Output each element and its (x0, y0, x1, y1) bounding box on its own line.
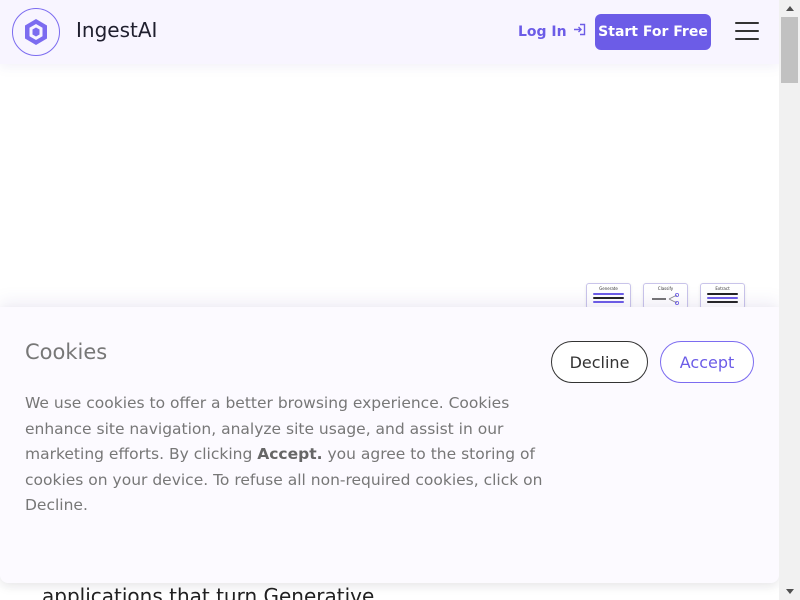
cookie-text-accept: Accept. (257, 445, 323, 463)
cookie-title: Cookies (25, 340, 108, 364)
accept-button[interactable]: Accept (660, 341, 754, 383)
share-icon (652, 293, 679, 305)
login-arrow-icon (573, 23, 586, 40)
hamburger-menu-icon[interactable] (735, 22, 759, 42)
scroll-down-icon[interactable] (779, 583, 800, 600)
lines-icon (593, 293, 624, 295)
brand-name[interactable]: IngestAI (76, 18, 157, 42)
decline-button[interactable]: Decline (551, 341, 648, 383)
thumbnail-classify: Classify (643, 283, 688, 309)
top-navbar: IngestAI Log In Start For Free (0, 0, 779, 64)
login-label: Log In (518, 23, 567, 40)
start-for-free-button[interactable]: Start For Free (595, 14, 711, 50)
thumbnail-generate: Generate (586, 283, 631, 309)
lines-icon (707, 293, 738, 295)
vertical-scrollbar[interactable] (779, 0, 800, 600)
scrollbar-thumb[interactable] (781, 17, 798, 83)
login-link[interactable]: Log In (518, 23, 586, 40)
cookie-message: We use cookies to offer a better browsin… (25, 391, 545, 519)
thumbnail-extract: Extract (700, 283, 745, 309)
thumbnail-label: Generate (599, 286, 618, 291)
page: IngestAI Log In Start For Free Generate … (0, 0, 779, 600)
hero-heading-partial: applications that turn Generative (42, 584, 375, 600)
hexagon-logo-icon[interactable] (12, 8, 60, 56)
scroll-up-icon[interactable] (779, 0, 800, 17)
thumbnail-label: Extract (715, 286, 730, 291)
cookie-banner: Cookies Decline Accept We use cookies to… (0, 307, 779, 583)
